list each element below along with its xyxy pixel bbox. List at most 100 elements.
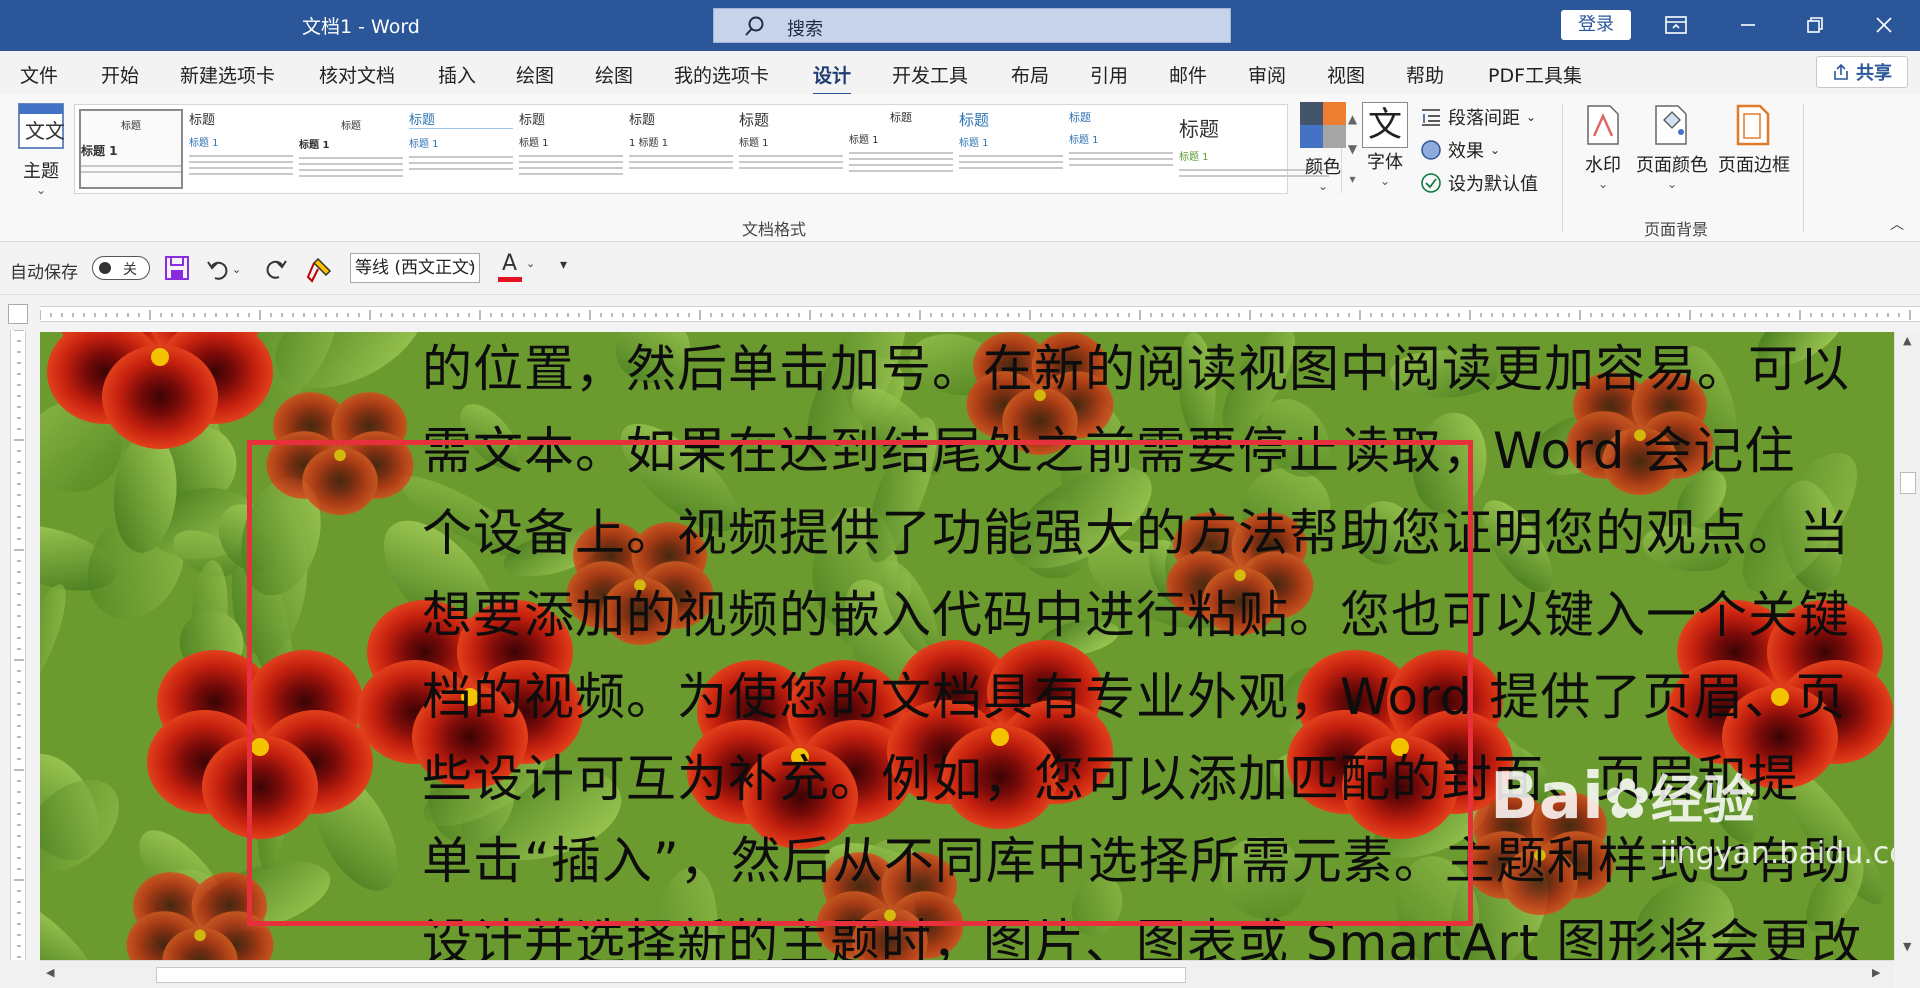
undo-icon (207, 261, 228, 280)
style-set-item[interactable]: 标题 标题 1 (189, 109, 293, 189)
ruler-ticks (14, 329, 24, 958)
redo-icon (266, 260, 287, 279)
tab-pdf-tools[interactable]: PDF工具集 (1488, 61, 1582, 88)
style-set-item[interactable]: 标题 标题 1 (849, 109, 953, 189)
tab-references[interactable]: 引用 (1090, 61, 1128, 88)
tab-design[interactable]: 设计 (813, 61, 852, 96)
scroll-left-icon[interactable]: ◀ (46, 966, 54, 979)
style-set-item[interactable]: 标题 标题 1 (739, 109, 843, 189)
paragraph-spacing-button[interactable]: 段落间距 ⌄ (1420, 104, 1536, 130)
style-set-gallery: 标题 标题 1 标题 标题 1 标题 标题 1 标题 标题 1 标题 标题 1 … (74, 104, 1357, 194)
ruler-strip[interactable] (10, 329, 26, 960)
share-button[interactable]: 共享 (1816, 56, 1908, 88)
style-set-item[interactable]: 标题 标题 1 (1069, 109, 1173, 189)
fonts-label: 字体 (1367, 152, 1403, 173)
tab-my-tab[interactable]: 我的选项卡 (674, 61, 769, 88)
set-as-default-label: 设为默认值 (1448, 174, 1538, 195)
colors-button[interactable]: 颜色 ⌄ (1298, 102, 1348, 193)
page-borders-button[interactable]: 页面边框 (1716, 104, 1792, 177)
undo-button[interactable]: ⌄ (206, 255, 246, 283)
tab-mailings[interactable]: 邮件 (1169, 61, 1207, 88)
tab-developer[interactable]: 开发工具 (892, 61, 968, 88)
tab-home[interactable]: 开始 (101, 61, 139, 88)
colors-icon (1300, 102, 1346, 148)
scroll-right-icon[interactable]: ▶ (1872, 966, 1880, 979)
style-set-item[interactable]: 标题 标题 1 (409, 109, 513, 189)
font-name-box[interactable]: 等线 (西文正文) (350, 253, 480, 283)
themes-button[interactable]: 文文 主题 ⌄ (14, 102, 68, 197)
save-button[interactable] (164, 255, 192, 283)
collapse-ribbon-button[interactable]: ︿ (1890, 214, 1904, 234)
style-set-item[interactable]: 标题 标题 1 (299, 109, 403, 189)
ruler-strip[interactable] (39, 306, 1920, 322)
page-color-label: 页面颜色 (1636, 155, 1708, 176)
redo-button[interactable] (262, 255, 290, 283)
scroll-thumb[interactable] (1900, 472, 1916, 494)
tab-review[interactable]: 审阅 (1248, 61, 1286, 88)
page-borders-icon (1736, 104, 1770, 146)
tab-selector[interactable] (8, 304, 28, 324)
chevron-up-icon: ▲ (1347, 112, 1358, 126)
tab-file[interactable]: 文件 (20, 61, 58, 88)
watermark-label: 水印 (1585, 155, 1621, 176)
more-icon: ▾ (1349, 172, 1356, 186)
svg-text:文文: 文文 (25, 119, 65, 143)
tab-insert[interactable]: 插入 (438, 61, 476, 88)
chevron-down-icon: ⌄ (1379, 174, 1391, 188)
scroll-up-icon[interactable]: ▲ (1903, 334, 1911, 347)
ribbon: 文文 主题 ⌄ 标题 标题 1 标题 标题 1 标题 标题 1 标题 标题 1 … (0, 94, 1920, 242)
minimize-button[interactable] (1720, 8, 1776, 42)
tab-draw-1[interactable]: 绘图 (516, 61, 554, 88)
login-button[interactable]: 登录 (1561, 10, 1631, 40)
horizontal-scrollbar[interactable]: ◀ ▶ (40, 960, 1894, 988)
watermark-button[interactable]: 水印 ⌄ (1580, 104, 1626, 191)
tab-review-doc[interactable]: 核对文档 (319, 61, 395, 88)
page-color-icon (1655, 105, 1687, 145)
style-set-item[interactable]: 标题 标题 1 (79, 109, 183, 189)
document-page[interactable]: 的位置，然后单击加号。在新的阅读视图中阅读更加容易。可以 需文本。如果在达到结尾… (40, 332, 1894, 960)
chevron-down-icon[interactable]: ⌄ (466, 255, 476, 269)
tab-draw-2[interactable]: 绘图 (595, 61, 633, 88)
chevron-down-icon: ⌄ (1317, 179, 1329, 193)
chevron-up-icon: ︿ (1890, 217, 1904, 233)
set-as-default-button[interactable]: 设为默认值 (1420, 170, 1538, 196)
watermark-icon (1587, 105, 1619, 145)
customize-toolbar-icon[interactable]: ▾ (560, 257, 567, 273)
style-set-item[interactable]: 标题 标题 1 (959, 109, 1063, 189)
tab-view[interactable]: 视图 (1327, 61, 1365, 88)
style-set-item[interactable]: 标题 1 标题 1 (629, 109, 733, 189)
tab-new[interactable]: 新建选项卡 (180, 61, 275, 88)
toggle-knob (99, 262, 111, 274)
restore-icon (1807, 17, 1823, 33)
search-box[interactable]: 搜索 (713, 8, 1231, 43)
chevron-down-icon: ⌄ (526, 257, 536, 270)
font-color-bar (498, 277, 522, 282)
themes-icon: 文文 (18, 103, 65, 149)
effects-label: 效果 (1448, 141, 1484, 162)
restore-button[interactable] (1787, 8, 1843, 42)
paw-icon: ✿ (1603, 767, 1651, 832)
watermark-logo: Bai (1490, 760, 1604, 834)
effects-button[interactable]: 效果 ⌄ (1420, 137, 1500, 163)
baidu-watermark: Bai✿经验 jingyan.baidu.com (1490, 762, 1894, 871)
tab-layout[interactable]: 布局 (1011, 61, 1049, 88)
format-painter-button[interactable] (306, 255, 334, 283)
paragraph-spacing-label: 段落间距 (1448, 108, 1520, 129)
share-icon (1834, 63, 1848, 80)
paragraph-spacing-icon (1422, 109, 1440, 126)
tab-help[interactable]: 帮助 (1406, 61, 1444, 88)
fonts-button[interactable]: 文 字体 ⌄ (1358, 102, 1412, 188)
ribbon-display-button[interactable] (1648, 8, 1704, 42)
scroll-thumb[interactable] (156, 967, 1186, 983)
autosave-label: 自动保存 (10, 263, 78, 283)
page-color-button[interactable]: 页面颜色 ⌄ (1634, 104, 1710, 191)
chevron-down-icon: ⌄ (1597, 177, 1609, 191)
group-separator (1803, 104, 1804, 232)
style-set-item[interactable]: 标题 标题 1 (519, 109, 623, 189)
autosave-toggle[interactable]: 关 (92, 256, 150, 280)
scroll-down-icon[interactable]: ▼ (1903, 940, 1911, 953)
chevron-down-icon: ⌄ (1526, 110, 1537, 124)
vertical-scrollbar[interactable]: ▲ ▼ (1894, 332, 1920, 960)
close-button[interactable] (1856, 8, 1912, 42)
font-color-button[interactable]: A ⌄ (498, 251, 536, 285)
